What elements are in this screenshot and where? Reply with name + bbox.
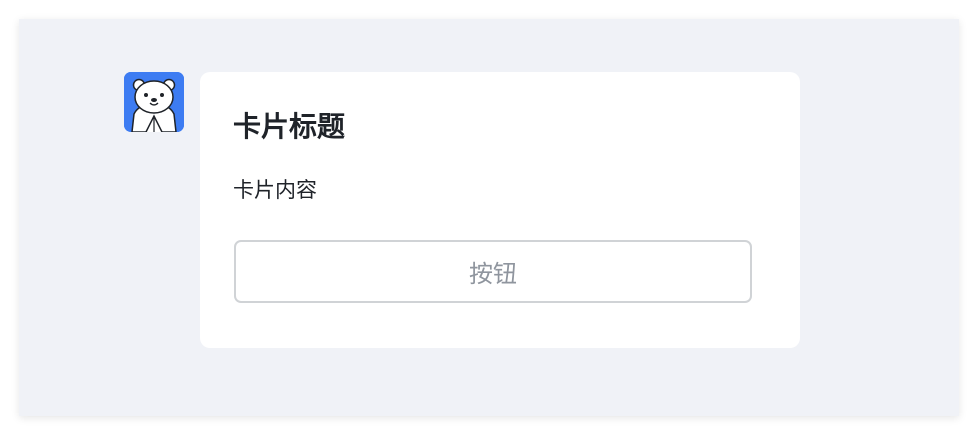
message-area: 卡片标题 卡片内容 按钮 bbox=[19, 19, 959, 416]
card-action-button[interactable]: 按钮 bbox=[234, 240, 752, 303]
card-content: 卡片内容 bbox=[233, 178, 317, 202]
card-title: 卡片标题 bbox=[233, 110, 346, 143]
message-card: 卡片标题 卡片内容 按钮 bbox=[200, 72, 800, 348]
bot-avatar-icon[interactable] bbox=[124, 72, 184, 132]
